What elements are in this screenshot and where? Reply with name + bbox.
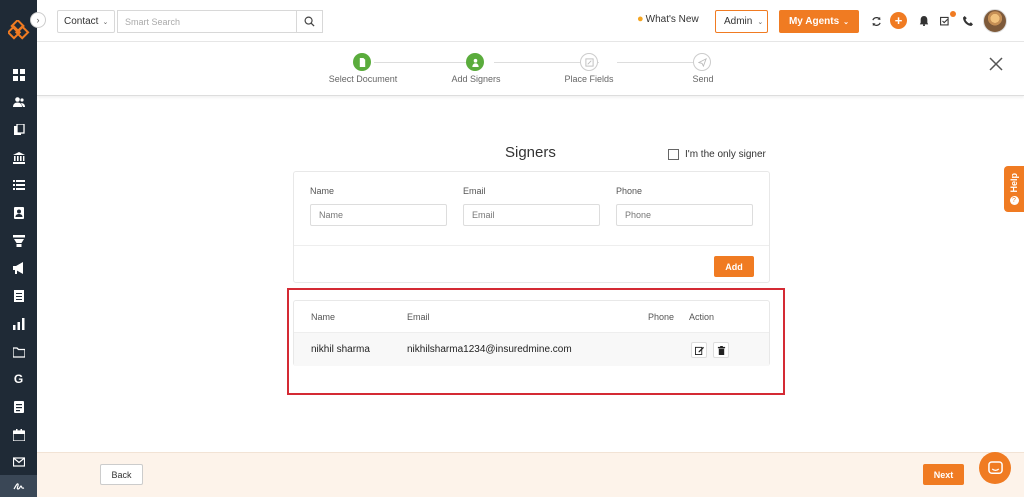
step-label-send: Send xyxy=(692,74,714,84)
refresh-icon[interactable] xyxy=(867,12,885,30)
users-icon[interactable] xyxy=(0,91,37,113)
edit-signer-button[interactable] xyxy=(691,342,707,358)
contact-select[interactable]: Contact ⌄ xyxy=(57,10,115,33)
name-label: Name xyxy=(310,186,335,196)
phone-input[interactable] xyxy=(616,204,753,226)
next-button[interactable]: Next xyxy=(923,464,964,485)
avatar[interactable] xyxy=(983,9,1007,33)
admin-select-label: Admin xyxy=(724,16,753,27)
whats-new-label: What's New xyxy=(645,13,699,25)
step-connector xyxy=(374,62,476,63)
bell-icon[interactable] xyxy=(915,12,933,30)
my-agents-button[interactable]: My Agents ⌄ xyxy=(779,10,859,33)
signers-title: Signers xyxy=(505,144,556,161)
admin-select[interactable]: Admin ⌄ xyxy=(715,10,768,33)
step-label-add-signers: Add Signers xyxy=(451,74,501,84)
email-label: Email xyxy=(463,186,486,196)
search-icon xyxy=(304,16,315,27)
whats-new-link[interactable]: ● What's New xyxy=(637,13,699,25)
step-connector xyxy=(617,62,694,63)
help-tab[interactable]: Help ? xyxy=(1004,166,1024,212)
trash-icon xyxy=(717,345,725,355)
table-row: nikhil sharma nikhilsharma1234@insuredmi… xyxy=(294,333,769,366)
email-field-group: Email xyxy=(463,186,600,226)
megaphone-icon[interactable] xyxy=(0,257,37,279)
logo-icon[interactable] xyxy=(8,20,30,42)
signers-table: Name Email Phone Action nikhil sharma ni… xyxy=(293,300,770,366)
sidebar: G xyxy=(0,0,37,497)
delete-signer-button[interactable] xyxy=(713,342,729,358)
search-button[interactable] xyxy=(296,10,323,33)
flame-icon: ● xyxy=(637,13,644,25)
back-button[interactable]: Back xyxy=(100,464,143,485)
chat-icon xyxy=(987,460,1003,474)
table-header-action: Action xyxy=(689,312,715,322)
email-input[interactable] xyxy=(463,204,600,226)
name-input[interactable] xyxy=(310,204,447,226)
contact-select-label: Contact xyxy=(64,16,99,27)
step-send-icon xyxy=(693,53,711,71)
smart-search-input[interactable] xyxy=(117,10,297,33)
chat-button[interactable] xyxy=(979,452,1011,484)
step-place-fields-icon xyxy=(580,53,598,71)
google-icon[interactable]: G xyxy=(0,368,37,390)
topbar: Contact ⌄ ● What's New Admin ⌄ My Agents… xyxy=(37,0,1024,42)
sidebar-toggle-button[interactable]: › xyxy=(30,12,46,28)
step-add-signers-icon xyxy=(466,53,484,71)
notes-icon[interactable] xyxy=(0,396,37,418)
folder-icon[interactable] xyxy=(0,341,37,363)
calendar-icon[interactable] xyxy=(0,424,37,446)
name-field-group: Name xyxy=(310,186,447,226)
question-icon: ? xyxy=(1009,195,1019,205)
report-icon[interactable] xyxy=(0,285,37,307)
only-signer-label: I'm the only signer xyxy=(685,149,766,160)
stepper: Select Document Add Signers Place Fields… xyxy=(37,42,1024,96)
notification-dot xyxy=(950,11,956,17)
signature-icon[interactable] xyxy=(0,475,37,497)
chart-icon[interactable] xyxy=(0,313,37,335)
chevron-down-icon: ⌄ xyxy=(102,18,109,26)
list-icon[interactable] xyxy=(0,174,37,196)
footer: Back Next xyxy=(37,452,1024,497)
chevron-down-icon: ⌄ xyxy=(757,18,764,26)
only-signer-checkbox[interactable]: I'm the only signer xyxy=(668,149,766,160)
documents-icon[interactable] xyxy=(0,119,37,141)
table-header-name: Name xyxy=(311,312,336,322)
phone-label: Phone xyxy=(616,186,643,196)
signer-name: nikhil sharma xyxy=(311,344,370,355)
step-select-document-icon xyxy=(353,53,371,71)
add-signer-button[interactable]: Add xyxy=(714,256,754,277)
signer-email: nikhilsharma1234@insuredmine.com xyxy=(407,344,572,355)
my-agents-label: My Agents xyxy=(788,16,840,27)
table-header-email: Email xyxy=(407,312,430,322)
bank-icon[interactable] xyxy=(0,147,37,169)
add-new-icon[interactable]: + xyxy=(890,12,907,29)
mail-icon[interactable] xyxy=(0,451,37,473)
phone-icon[interactable] xyxy=(959,12,977,30)
step-label-place-fields: Place Fields xyxy=(564,74,614,84)
step-label-select-document: Select Document xyxy=(328,74,398,84)
divider xyxy=(294,245,769,246)
contact-card-icon[interactable] xyxy=(0,202,37,224)
filter-icon[interactable] xyxy=(0,230,37,252)
edit-icon xyxy=(694,346,704,355)
help-label: Help xyxy=(1009,173,1019,193)
chevron-right-icon: › xyxy=(36,15,40,25)
chevron-down-icon: ⌄ xyxy=(843,18,850,26)
checkbox[interactable] xyxy=(668,149,679,160)
dashboard-icon[interactable] xyxy=(0,64,37,86)
close-icon[interactable] xyxy=(988,56,1004,72)
signer-form-card: Name Email Phone Add xyxy=(293,171,770,283)
phone-field-group: Phone xyxy=(616,186,753,226)
table-header-phone: Phone xyxy=(648,312,675,322)
